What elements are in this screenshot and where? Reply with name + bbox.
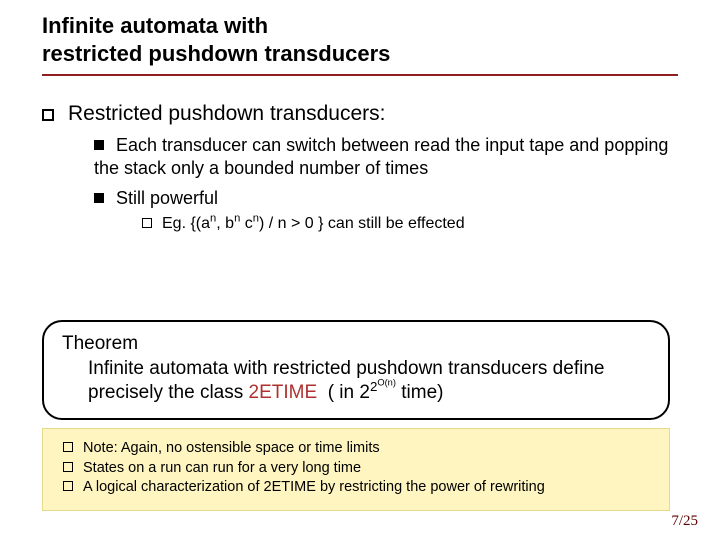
section-heading: Restricted pushdown transducers: (68, 102, 386, 125)
note-row-2: States on a run can run for a very long … (85, 459, 655, 479)
theorem-label: Theorem (62, 332, 650, 357)
note3-text: A logical characterization of 2ETIME by … (83, 479, 545, 495)
note-row-3: A logical characterization of 2ETIME by … (85, 478, 655, 498)
bullet-open-small-icon (63, 462, 73, 472)
bullet-open-small-icon (63, 442, 73, 452)
section-heading-row: Restricted pushdown transducers: (42, 102, 678, 126)
exp-inner: O(n) (377, 378, 396, 388)
bullet-open-small-icon (142, 218, 152, 228)
sub-bullet-1: Each transducer can switch between read … (94, 134, 678, 179)
bullet-open-icon (42, 109, 54, 121)
example-line: Eg. {(an, bn cn) / n > 0 } can still be … (142, 214, 678, 235)
theorem-body: Infinite automata with restricted pushdo… (88, 357, 650, 406)
sub-bullet-2: Still powerful (94, 187, 678, 210)
bullet-open-small-icon (63, 481, 73, 491)
bullet-filled-icon (94, 193, 104, 203)
bullet-filled-icon (94, 140, 104, 150)
eg-suffix: ) / n > 0 } can still be effected (259, 215, 465, 232)
bullet1-text: Each transducer can switch between read … (94, 135, 668, 178)
page-number: 7/25 (671, 513, 698, 530)
notes-box: Note: Again, no ostensible space or time… (42, 428, 670, 511)
slide-title: Infinite automata with restricted pushdo… (42, 12, 642, 67)
note2-text: States on a run can run for a very long … (83, 460, 361, 476)
title-line2: restricted pushdown transducers (42, 41, 390, 66)
main-content: Restricted pushdown transducers: Each tr… (42, 102, 678, 234)
exp-outer: 2O(n) (370, 379, 396, 394)
theorem-box: Theorem Infinite automata with restricte… (42, 320, 670, 420)
note-row-1: Note: Again, no ostensible space or time… (85, 439, 655, 459)
bullet2-text: Still powerful (116, 188, 218, 208)
etime-label: 2ETIME (249, 382, 318, 403)
theorem-body2: ( in 2 (328, 382, 370, 403)
eg-mid2: c (240, 215, 252, 232)
title-underline (42, 74, 678, 76)
note1-text: Note: Again, no ostensible space or time… (83, 440, 380, 456)
title-line1: Infinite automata with (42, 13, 268, 38)
slide: Infinite automata with restricted pushdo… (0, 0, 720, 540)
eg-prefix: Eg. {(a (162, 215, 210, 232)
theorem-body3: time) (396, 382, 444, 403)
eg-mid1: , b (216, 215, 234, 232)
